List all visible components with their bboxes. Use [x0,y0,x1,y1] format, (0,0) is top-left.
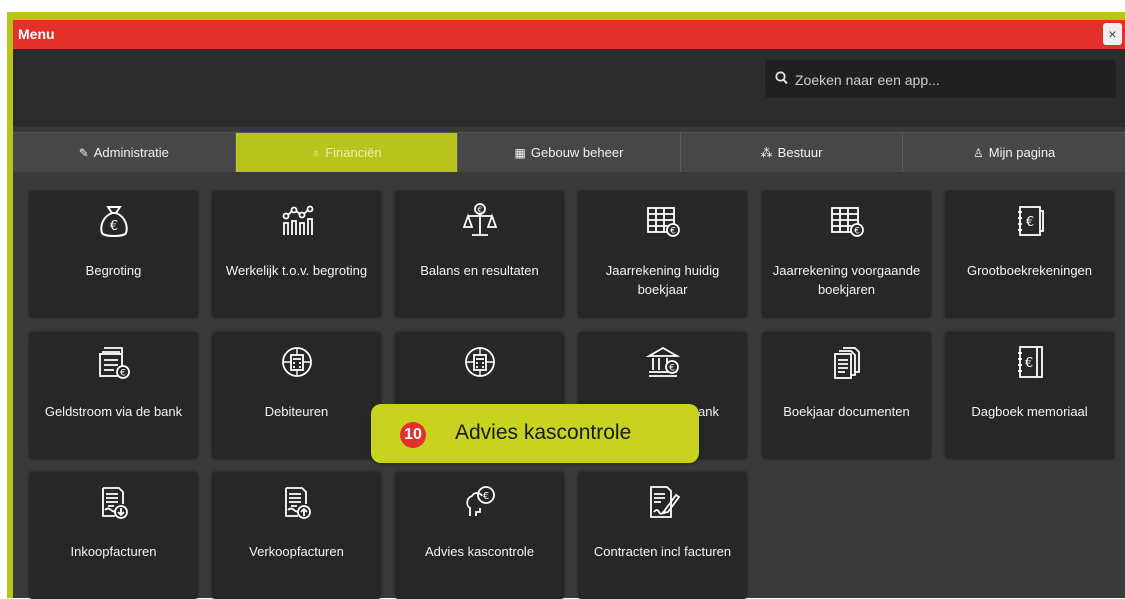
tile-label: Begroting [85,263,142,278]
title-bar: Menu × [13,20,1125,49]
invoice-upload-icon [284,487,311,519]
tab-label: Financiën [325,145,382,160]
callout-annotation: 10 Advies kascontrole [371,404,699,463]
tab-administratie[interactable]: ✎ Administratie [13,133,236,172]
documents-icon [833,347,860,379]
bar-chart-network-icon [282,205,313,235]
tab-financien[interactable]: ♁ Financiën [235,133,459,172]
tile-label: Verkoopfacturen [249,544,344,559]
window-title: Menu [18,26,55,42]
app-tile-grootboekrekeningen[interactable]: € Grootboekrekeningen [945,191,1114,318]
callout-number: 10 [400,422,426,448]
user-icon: ♙ [973,145,984,160]
ledger-euro-icon: € [1017,346,1043,378]
calculator-circle-icon [281,347,312,377]
app-tile-dagboek-memoriaal[interactable]: € Dagboek memoriaal [945,332,1114,459]
svg-text:€: € [120,369,126,379]
app-tile-geldstroom[interactable]: € Geldstroom via de bank [29,332,198,459]
tile-label: Jaarrekening huidig boekjaar [605,263,720,297]
app-tile-jaarrekening-huidig[interactable]: € Jaarrekening huidig boekjaar [578,191,747,318]
close-button[interactable]: × [1103,23,1122,45]
bank-euro-icon: € [645,346,680,377]
contract-sign-icon [649,486,680,518]
calculator-circle-icon [464,347,495,377]
tab-gebouw-beheer[interactable]: ▦ Gebouw beheer [458,133,681,172]
money-bag-icon: ♁ [311,145,321,160]
svg-text:€: € [854,227,860,237]
callout-text: Advies kascontrole [455,421,632,444]
app-tile-begroting[interactable]: € Begroting [29,191,198,318]
search-bar [13,49,1125,127]
svg-text:€: € [109,219,117,234]
tab-label: Mijn pagina [988,145,1056,160]
scale-euro-icon: € [462,203,497,236]
spreadsheet-euro-icon: € [646,207,680,237]
app-tile-balans[interactable]: € Balans en resultaten [395,191,564,318]
svg-text:€: € [1025,215,1033,230]
svg-text:€: € [482,491,488,502]
tile-label: Jaarrekening voorgaande boekjaren [772,263,921,297]
tile-label: Werkelijk t.o.v. begroting [225,263,368,278]
people-icon: ⁂ [760,145,773,160]
app-tile-contracten[interactable]: Contracten incl facturen [578,472,747,599]
tile-label: Inkoopfacturen [70,544,157,559]
document-stack-euro-icon: € [98,347,130,379]
tile-label: Geldstroom via de bank [44,404,183,419]
tile-label: Debiteuren [264,404,329,419]
app-tile-boekjaar-documenten[interactable]: Boekjaar documenten [762,332,931,459]
svg-text:€: € [670,227,676,237]
app-tile-verkoopfacturen[interactable]: Verkoopfacturen [212,472,381,599]
search-icon [775,71,788,85]
tab-label: Bestuur [777,145,823,160]
tile-label: Dagboek memoriaal [971,404,1088,419]
building-icon: ▦ [514,145,526,160]
tile-label: Advies kascontrole [424,544,535,559]
app-tile-inkoopfacturen[interactable]: Inkoopfacturen [29,472,198,599]
app-tile-advies-kascontrole[interactable]: € Advies kascontrole [395,472,564,599]
invoice-download-icon [101,487,128,519]
tab-label: Administratie [93,145,169,160]
tab-bestuur[interactable]: ⁂ Bestuur [680,133,904,172]
app-tile-werkelijk[interactable]: Werkelijk t.o.v. begroting [212,191,381,318]
search-box[interactable] [765,60,1116,98]
spreadsheet-euro-icon: € [830,207,864,237]
tile-label: Boekjaar documenten [783,404,910,419]
tile-label: Balans en resultaten [420,263,539,278]
app-tile-debiteuren[interactable]: Debiteuren [212,332,381,459]
svg-text:€: € [477,206,482,215]
search-input[interactable] [793,68,1107,92]
svg-text:€: € [1024,356,1032,371]
edit-icon: ✎ [78,145,89,160]
advice-euro-icon: € [465,486,495,516]
money-bag-euro-icon: € [99,206,128,237]
svg-text:€: € [669,364,675,374]
tile-label: Grootboekrekeningen [966,263,1093,278]
tab-label: Gebouw beheer [530,145,624,160]
app-tile-jaarrekening-voorgaande[interactable]: € Jaarrekening voorgaande boekjaren [762,191,931,318]
ledger-euro-icon: € [1017,206,1044,236]
tab-mijn-pagina[interactable]: ♙ Mijn pagina [903,133,1125,172]
tile-label: Contracten incl facturen [593,544,732,559]
tab-bar: ✎ Administratie ♁ Financiën ▦ Gebouw beh… [13,132,1125,173]
